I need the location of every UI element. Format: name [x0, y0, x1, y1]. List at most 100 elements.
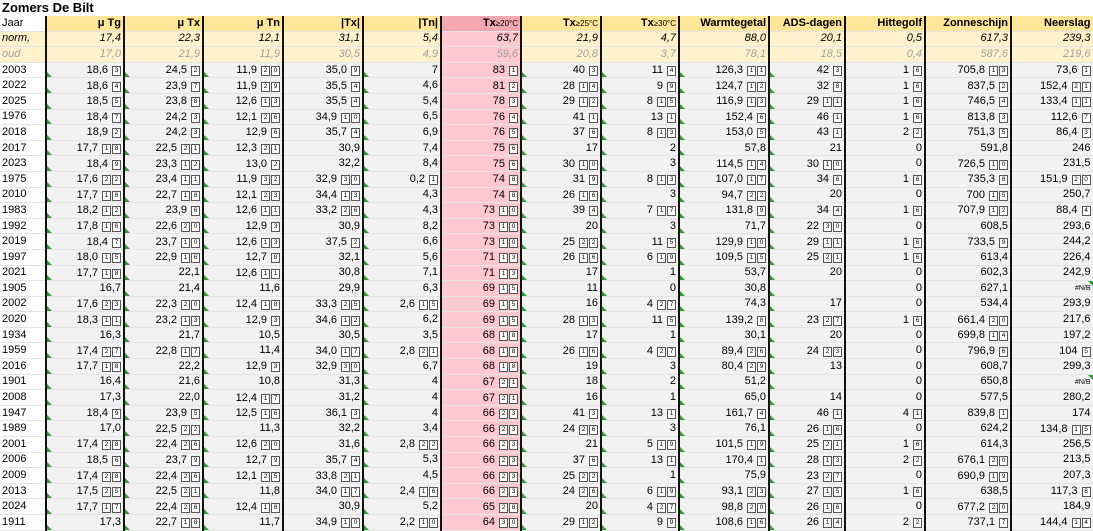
year-cell[interactable]: 1997 [0, 249, 47, 266]
summary-cell[interactable]: 88,0 [678, 31, 770, 48]
data-cell[interactable]: 109,5 1 5 [678, 249, 770, 266]
data-cell[interactable]: 22 3 0 [768, 218, 846, 235]
year-cell[interactable]: 2013 [0, 483, 47, 500]
data-cell[interactable]: 35,0 9 [282, 62, 364, 79]
data-cell[interactable]: 76,1 [678, 420, 770, 438]
data-cell[interactable]: 0 [844, 155, 926, 172]
data-cell[interactable]: 0 [844, 467, 926, 484]
data-cell[interactable]: 707,9 1 2 [924, 202, 1012, 219]
data-cell[interactable]: 17,7 1 7 [45, 498, 125, 515]
data-cell[interactable]: 107,0 1 7 [678, 171, 770, 188]
data-cell[interactable]: 18,3 1 1 [45, 311, 125, 328]
year-cell[interactable]: 1905 [0, 280, 47, 297]
data-cell[interactable]: 699,8 1 4 [924, 327, 1012, 344]
data-cell[interactable]: 813 [600, 171, 680, 188]
data-cell[interactable]: 30,9 [282, 140, 364, 157]
data-cell[interactable]: 40 3 [520, 62, 602, 79]
header-cell[interactable]: Tx≥25°C [520, 16, 602, 32]
year-cell[interactable]: 1911 [0, 514, 47, 531]
data-cell[interactable]: 0 [844, 374, 926, 391]
data-cell[interactable]: 34,0 1 7 [282, 483, 364, 500]
data-cell[interactable]: 8,4 [362, 155, 442, 172]
data-cell[interactable]: 3,5 [362, 327, 442, 344]
data-cell[interactable]: 16,4 [45, 374, 125, 391]
data-cell[interactable]: 231,5 [1010, 155, 1093, 172]
year-cell[interactable]: 2010 [0, 187, 47, 204]
data-cell[interactable]: 69 1 5 [440, 296, 522, 313]
header-cell[interactable]: Hittegolf [844, 16, 926, 32]
data-cell[interactable]: 5,4 [362, 93, 442, 110]
data-cell[interactable]: 22,3 2 0 [123, 296, 204, 313]
data-cell[interactable]: 4,5 [362, 467, 442, 484]
data-cell[interactable]: 1 [600, 327, 680, 344]
data-cell[interactable]: 30,5 [282, 327, 364, 344]
data-cell[interactable]: 427 [600, 296, 680, 313]
data-cell[interactable]: 23 2 7 [768, 467, 846, 484]
data-cell[interactable]: 31 9 [520, 171, 602, 188]
data-cell[interactable]: 17 [520, 327, 602, 344]
data-cell[interactable]: 89,4 2 6 [678, 342, 770, 360]
data-cell[interactable]: 30,9 [282, 498, 364, 515]
data-cell[interactable]: 75 6 [440, 155, 522, 172]
data-cell[interactable]: 12,5 1 6 [202, 405, 284, 422]
data-cell[interactable]: 86,4 3 [1010, 124, 1093, 141]
data-cell[interactable]: 197,2 [1010, 327, 1093, 344]
data-cell[interactable]: 2,8 2 2 [362, 436, 442, 453]
row-label[interactable]: oud [0, 46, 47, 63]
data-cell[interactable]: 650,8 [924, 374, 1012, 391]
data-cell[interactable]: 34,6 1 2 [282, 311, 364, 328]
data-cell[interactable]: 12,1 2 3 [202, 187, 284, 204]
data-cell[interactable]: 2 [600, 140, 680, 157]
data-cell[interactable]: 22,1 [123, 265, 204, 282]
data-cell[interactable]: 22,8 1 7 [123, 342, 204, 360]
header-cell[interactable]: Zonneschijn [924, 16, 1012, 32]
data-cell[interactable]: 34,4 1 3 [282, 187, 364, 204]
data-cell[interactable]: 12,6 1 1 [202, 202, 284, 219]
data-cell[interactable]: 17 [520, 140, 602, 157]
year-cell[interactable]: 1992 [0, 218, 47, 235]
data-cell[interactable]: 26 1 6 [768, 498, 846, 515]
data-cell[interactable]: 614,3 [924, 436, 1012, 453]
data-cell[interactable]: 74,3 [678, 296, 770, 313]
data-cell[interactable]: 25 2 1 [768, 249, 846, 266]
header-cell[interactable]: μ Tx [123, 16, 204, 32]
year-cell[interactable]: 2018 [0, 124, 47, 141]
data-cell[interactable]: 134,8 1 5 [1010, 420, 1093, 438]
data-cell[interactable]: 74 8 [440, 187, 522, 204]
data-cell[interactable]: 624,2 [924, 420, 1012, 438]
data-cell[interactable]: 27 1 5 [768, 483, 846, 500]
data-cell[interactable]: 16 [844, 77, 926, 94]
data-cell[interactable]: 17,0 [45, 420, 125, 438]
data-cell[interactable]: 4 [362, 405, 442, 422]
data-cell[interactable]: 41 1 [520, 109, 602, 126]
summary-cell[interactable]: 21,9 [520, 31, 602, 48]
data-cell[interactable]: 2,6 1 5 [362, 296, 442, 313]
data-cell[interactable]: 3 [600, 155, 680, 172]
data-cell[interactable]: 43 1 [768, 124, 846, 141]
year-cell[interactable]: 2020 [0, 311, 47, 328]
data-cell[interactable]: 0 [844, 389, 926, 406]
data-cell[interactable]: 213,5 [1010, 452, 1093, 469]
data-cell[interactable]: 32,2 [282, 420, 364, 438]
data-cell[interactable]: 51,2 [678, 374, 770, 391]
data-cell[interactable]: 19 [520, 358, 602, 375]
data-cell[interactable]: 11,9 2 9 [202, 77, 284, 94]
data-cell[interactable]: 676,1 2 0 [924, 452, 1012, 469]
data-cell[interactable]: 184,9 [1010, 498, 1093, 515]
data-cell[interactable]: 16 [520, 389, 602, 406]
data-cell[interactable]: 34 6 [768, 171, 846, 188]
data-cell[interactable]: 35,5 4 [282, 93, 364, 110]
data-cell[interactable]: 29 1 2 [520, 514, 602, 531]
data-cell[interactable]: 6,7 [362, 358, 442, 375]
summary-cell[interactable]: 63,7 [440, 31, 522, 48]
data-cell[interactable]: 17,3 [45, 389, 125, 406]
data-cell[interactable]: 71 1 3 [440, 249, 522, 266]
data-cell[interactable]: 41 3 [520, 405, 602, 422]
data-cell[interactable]: 18,9 2 [45, 124, 125, 141]
year-cell[interactable]: 1975 [0, 171, 47, 188]
header-cell[interactable]: Tx≥20°C [440, 16, 522, 32]
data-cell[interactable]: 80,4 2 9 [678, 358, 770, 375]
year-cell[interactable]: 2006 [0, 452, 47, 469]
data-cell[interactable]: 75,9 [678, 467, 770, 484]
data-cell[interactable]: 17,7 1 8 [45, 187, 125, 204]
